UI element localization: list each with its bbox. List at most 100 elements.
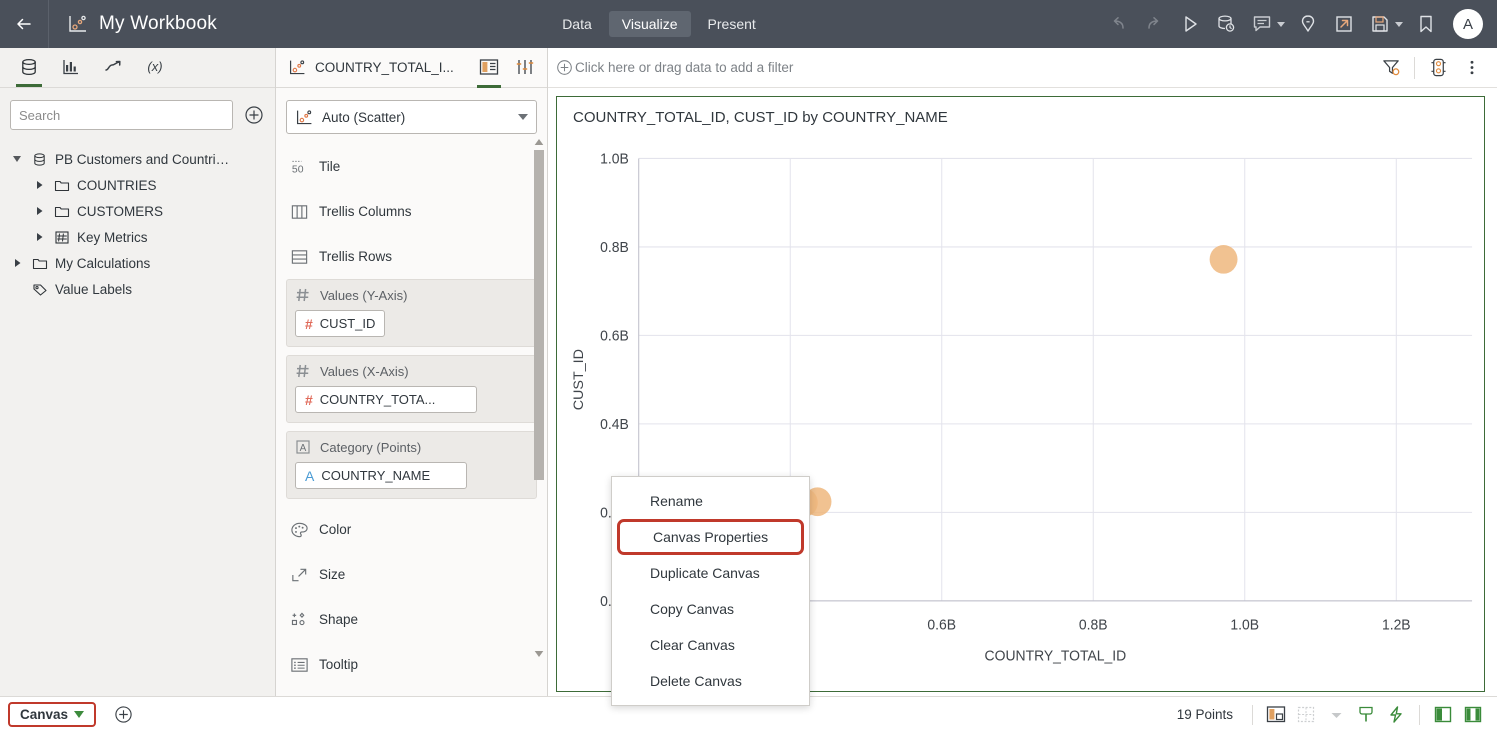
tab-present[interactable]: Present (695, 11, 769, 37)
expand-triangle-right-icon[interactable] (32, 180, 46, 190)
comment-icon (1253, 16, 1271, 32)
pill-label: COUNTRY_NAME (321, 468, 431, 483)
data-tab[interactable] (8, 47, 50, 87)
shelf-color[interactable]: Color (286, 507, 537, 552)
tree-node-my-calculations[interactable]: My Calculations (0, 250, 275, 276)
filter-icon (1382, 60, 1399, 76)
settings-button[interactable] (1421, 51, 1455, 85)
top-bar: My Workbook Data Visualize Present A (0, 0, 1497, 48)
canvas-tab[interactable]: Canvas (8, 702, 97, 727)
shelf-values-y-axis[interactable]: Values (Y-Axis) # CUST_ID (286, 279, 537, 347)
tab-data[interactable]: Data (549, 11, 605, 37)
scrollbar-thumb[interactable] (534, 150, 544, 480)
left-panel-toggle-button[interactable] (1429, 701, 1457, 729)
menu-item-delete-canvas[interactable]: Delete Canvas (612, 663, 809, 699)
expand-triangle-right-icon[interactable] (10, 258, 24, 268)
right-panel-toggle-button[interactable] (1459, 701, 1487, 729)
svg-text:50: 50 (292, 164, 304, 175)
refresh-data-button[interactable] (1209, 7, 1243, 41)
scroll-down-arrow-icon[interactable] (533, 648, 545, 660)
filter-button[interactable] (1374, 51, 1408, 85)
trend-line-icon (105, 60, 121, 71)
shelf-size[interactable]: Size (286, 552, 537, 597)
scatter-point (1209, 244, 1238, 274)
paint-brush-button[interactable] (1352, 701, 1380, 729)
tree-node-value-labels[interactable]: Value Labels (0, 276, 275, 302)
measure-symbol-icon: # (305, 315, 313, 332)
menu-item-copy-canvas[interactable]: Copy Canvas (612, 591, 809, 627)
plus-circle-icon (114, 706, 132, 723)
scatter-points (780, 244, 1238, 522)
lightning-button[interactable] (1382, 701, 1410, 729)
tag-icon (31, 282, 48, 297)
properties-panel-tab[interactable] (507, 48, 543, 88)
shelf-tooltip[interactable]: Tooltip (286, 642, 537, 687)
expand-triangle-right-icon[interactable] (32, 206, 46, 216)
properties-panel-icon (516, 60, 534, 74)
expand-triangle-right-icon[interactable] (32, 232, 46, 242)
save-button[interactable] (1363, 7, 1397, 41)
add-canvas-button[interactable] (106, 698, 140, 732)
shelf-trellis-rows[interactable]: Trellis Rows (286, 234, 537, 279)
points-count: 19 Points (1176, 707, 1233, 722)
redo-button[interactable] (1137, 7, 1171, 41)
tab-visualize[interactable]: Visualize (608, 11, 691, 37)
menu-item-duplicate-canvas[interactable]: Duplicate Canvas (612, 555, 809, 591)
data-tree: PB Customers and Countri… COUNTRIES CUST… (0, 136, 275, 302)
undo-icon (1113, 17, 1124, 29)
scroll-up-arrow-icon[interactable] (533, 136, 545, 148)
grid-dropdown-button[interactable] (1322, 701, 1350, 729)
shelf-values-x-axis[interactable]: Values (X-Axis) # COUNTRY_TOTA... (286, 355, 537, 423)
right-panel-toggle-icon (1464, 706, 1482, 723)
viz-type-selector[interactable]: Auto (Scatter) (286, 100, 537, 134)
y-tick-label: 0.4B (600, 416, 629, 432)
expand-triangle-down-icon[interactable] (10, 154, 24, 164)
grid-lines-icon (1297, 706, 1315, 723)
add-filter-dropzone[interactable]: Click here or drag data to add a filter (556, 59, 793, 76)
tree-node-customers[interactable]: CUSTOMERS (0, 198, 275, 224)
comment-button[interactable] (1245, 7, 1279, 41)
avatar[interactable]: A (1453, 9, 1483, 39)
undo-button[interactable] (1101, 7, 1135, 41)
more-options-button[interactable] (1455, 51, 1489, 85)
workbook-title-group: My Workbook (49, 13, 217, 35)
back-button[interactable] (0, 0, 48, 48)
add-dataset-button[interactable] (243, 104, 265, 126)
insight-button[interactable] (1291, 7, 1325, 41)
chevron-down-icon[interactable] (518, 114, 528, 120)
calculations-tab[interactable]: (x) (134, 47, 176, 87)
bookmark-button[interactable] (1409, 7, 1443, 41)
analytics-tab[interactable] (92, 47, 134, 87)
canvas-layout-button[interactable] (1262, 701, 1290, 729)
attribute-symbol-icon: A (305, 467, 315, 484)
pill-cust-id[interactable]: # CUST_ID (295, 310, 386, 337)
shelf-shape[interactable]: Shape (286, 597, 537, 642)
grammar-panel-icon (479, 59, 499, 75)
menu-item-rename[interactable]: Rename (612, 483, 809, 519)
tree-node-dataset[interactable]: PB Customers and Countri… (0, 146, 275, 172)
menu-item-clear-canvas[interactable]: Clear Canvas (612, 627, 809, 663)
visualizations-tab[interactable] (50, 47, 92, 87)
data-panel: (x) Search PB Customers and Countri… COU… (0, 48, 276, 696)
shelf-tile[interactable]: 50 Tile (286, 144, 537, 189)
canvas-context-menu[interactable]: Rename Canvas Properties Duplicate Canva… (611, 476, 810, 706)
run-button[interactable] (1173, 7, 1207, 41)
shelf-trellis-columns[interactable]: Trellis Columns (286, 189, 537, 234)
grammar-panel-tab[interactable] (471, 48, 507, 88)
share-button[interactable] (1327, 7, 1361, 41)
redo-icon (1148, 17, 1159, 29)
scrollbar-track[interactable] (534, 150, 544, 646)
menu-item-canvas-properties[interactable]: Canvas Properties (617, 519, 804, 555)
shelf-category-points[interactable]: A Category (Points) A COUNTRY_NAME (286, 431, 537, 499)
tree-node-countries[interactable]: COUNTRIES (0, 172, 275, 198)
search-input[interactable] (10, 100, 233, 130)
grid-lines-button[interactable] (1292, 701, 1320, 729)
chevron-down-icon[interactable] (74, 711, 85, 718)
tree-node-key-metrics[interactable]: Key Metrics (0, 224, 275, 250)
x-tick-label: 1.0B (1230, 616, 1259, 632)
pill-country-name[interactable]: A COUNTRY_NAME (295, 462, 467, 489)
viz-panel-scrollbar[interactable] (533, 136, 545, 660)
x-tick-label: 0.8B (1079, 616, 1108, 632)
pill-label: COUNTRY_TOTA... (319, 392, 436, 407)
pill-country-total-id[interactable]: # COUNTRY_TOTA... (295, 386, 477, 413)
